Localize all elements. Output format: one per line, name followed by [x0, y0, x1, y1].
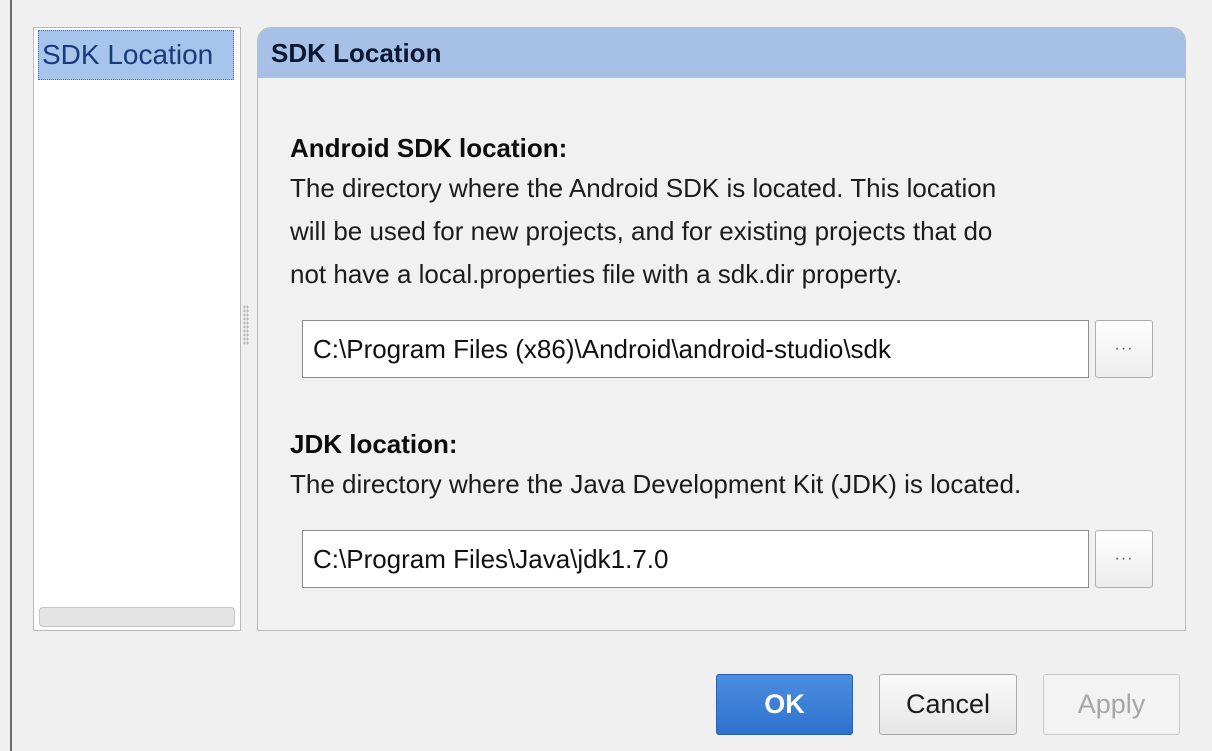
- android-sdk-description: The directory where the Android SDK is l…: [290, 167, 1170, 296]
- sidebar-item-sdk-location[interactable]: SDK Location: [38, 30, 234, 80]
- settings-sidebar: SDK Location: [33, 27, 241, 631]
- sidebar-item-label: SDK Location: [42, 39, 214, 70]
- android-sdk-path-row: ···: [302, 320, 1153, 378]
- jdk-title: JDK location:: [290, 429, 458, 459]
- android-sdk-title: Android SDK location:: [290, 133, 568, 163]
- android-sdk-description-line: will be used for new projects, and for e…: [290, 216, 993, 246]
- jdk-path-row: ···: [302, 530, 1153, 588]
- jdk-path-input[interactable]: [302, 530, 1089, 588]
- panel-header: SDK Location: [258, 28, 1185, 78]
- android-sdk-path-input[interactable]: [302, 320, 1089, 378]
- apply-button[interactable]: Apply: [1043, 674, 1180, 735]
- jdk-section: JDK location: The directory where the Ja…: [290, 428, 1170, 506]
- android-sdk-description-line: The directory where the Android SDK is l…: [290, 173, 997, 203]
- sidebar-horizontal-scrollbar[interactable]: [39, 607, 235, 627]
- panel-title: SDK Location: [271, 37, 442, 68]
- splitter-grip-handle[interactable]: [243, 305, 249, 345]
- jdk-description: The directory where the Java Development…: [290, 463, 1170, 506]
- settings-panel: SDK Location Android SDK location: The d…: [257, 27, 1186, 631]
- cancel-button[interactable]: Cancel: [879, 674, 1017, 735]
- android-sdk-section: Android SDK location: The directory wher…: [290, 132, 1170, 296]
- jdk-description-line: The directory where the Java Development…: [290, 469, 1022, 499]
- android-sdk-browse-button[interactable]: ···: [1095, 320, 1153, 378]
- android-sdk-description-line: not have a local.properties file with a …: [290, 259, 903, 289]
- jdk-browse-button[interactable]: ···: [1095, 530, 1153, 588]
- ok-button[interactable]: OK: [716, 674, 853, 735]
